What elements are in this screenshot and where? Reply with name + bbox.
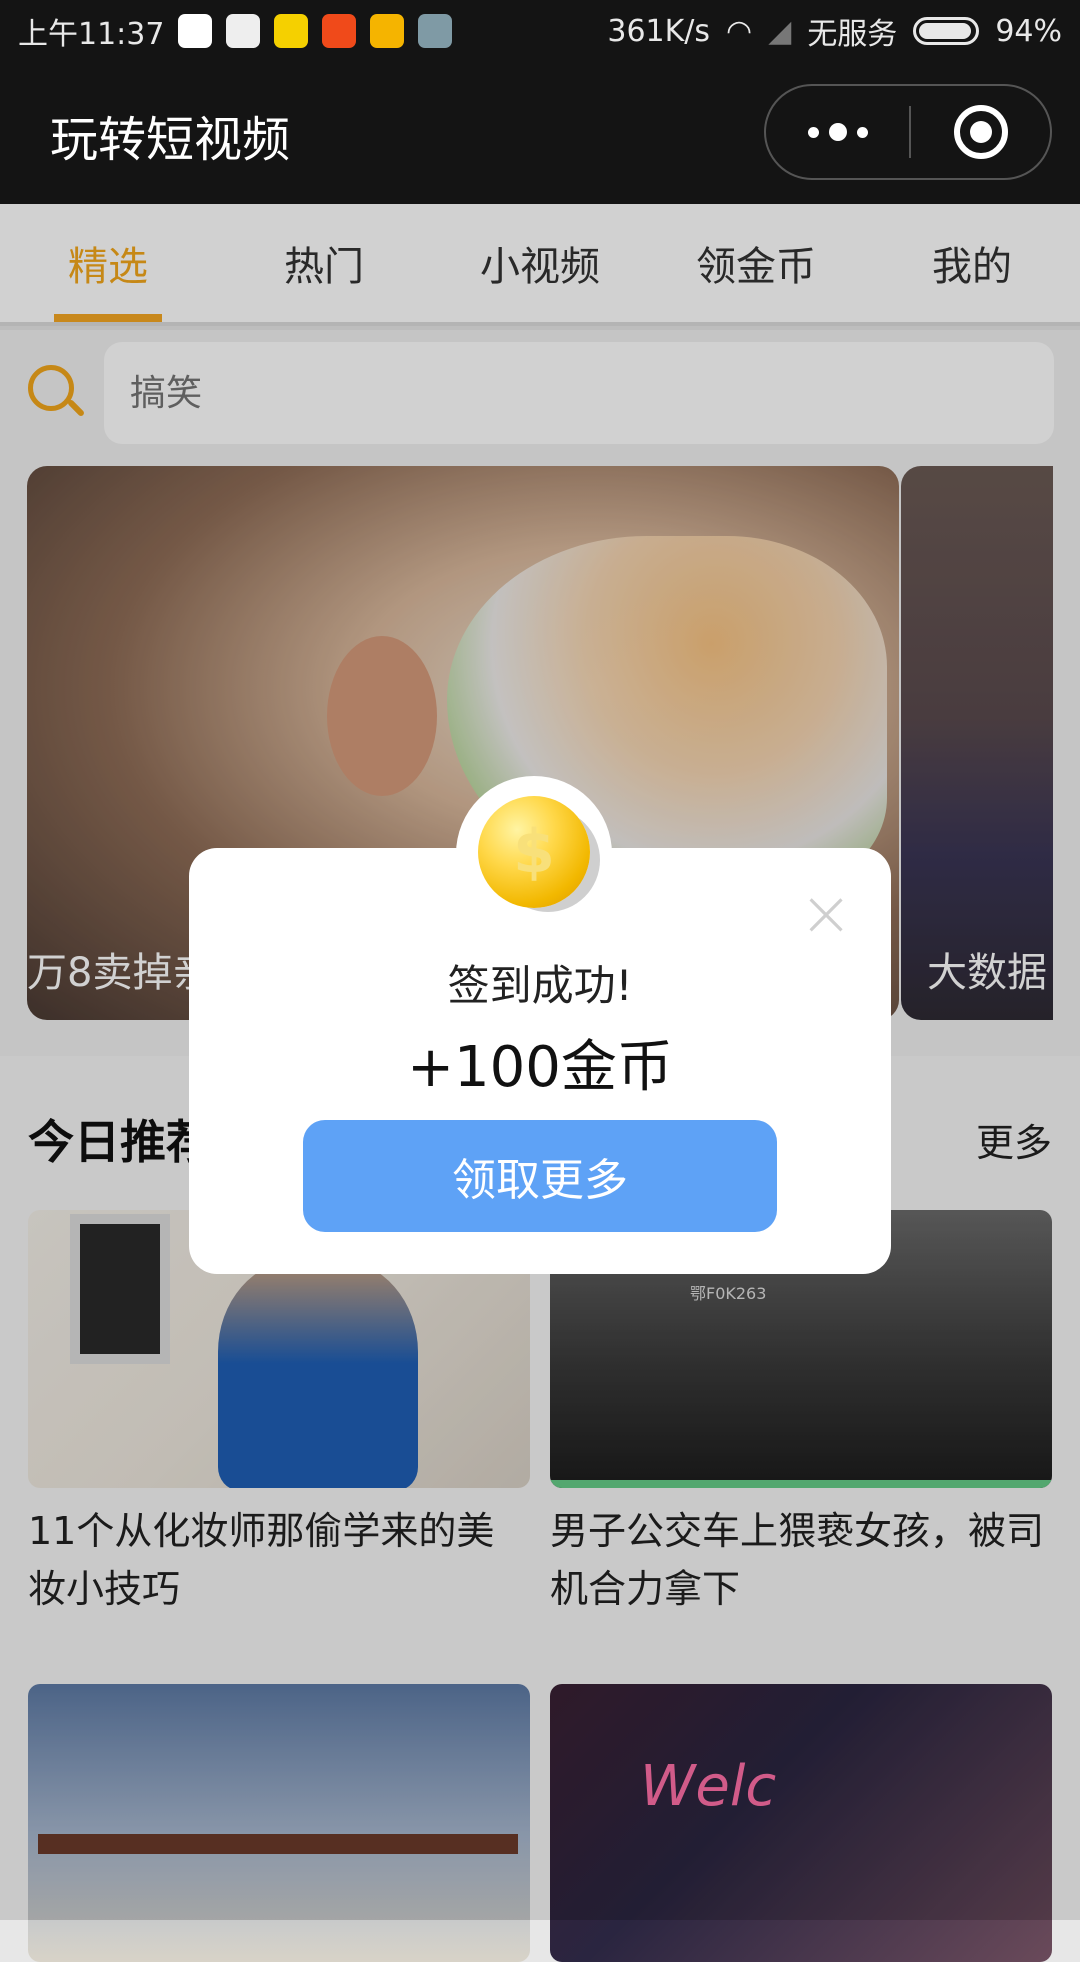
news-icon xyxy=(274,14,309,48)
target-icon xyxy=(953,105,1008,159)
video-icon xyxy=(322,14,357,48)
weibo-icon xyxy=(370,14,405,48)
status-time: 上午11:37 xyxy=(18,17,165,52)
dot-icon xyxy=(828,123,847,141)
get-more-button[interactable]: 领取更多 xyxy=(303,1120,777,1232)
gold-coin-icon: $ xyxy=(478,796,590,908)
maps-icon xyxy=(178,14,213,48)
capsule-menu xyxy=(764,84,1052,180)
play-store-icon xyxy=(226,14,261,48)
battery-percent: 94% xyxy=(995,13,1062,49)
network-speed: 361K/s xyxy=(607,13,711,49)
dot-icon xyxy=(807,126,819,138)
status-bar: 上午11:37 361K/s ◠ ◢ 无服务 94% xyxy=(0,0,1080,62)
dot-icon xyxy=(856,126,868,138)
close-mini-program-button[interactable] xyxy=(911,86,1050,178)
signal-icon: ◢ xyxy=(768,13,792,49)
page-title: 玩转短视频 xyxy=(50,112,291,168)
reward-amount: +100金币 xyxy=(407,1035,673,1100)
mini-program-header: 玩转短视频 xyxy=(0,62,1080,204)
modal-title: 签到成功! xyxy=(447,961,633,1010)
wifi-icon: ◠ xyxy=(726,13,753,49)
close-icon[interactable]: × xyxy=(796,877,856,951)
battery-icon xyxy=(913,17,980,45)
notes-icon xyxy=(418,14,453,48)
carrier-label: 无服务 xyxy=(807,17,898,52)
more-options-button[interactable] xyxy=(766,86,909,178)
